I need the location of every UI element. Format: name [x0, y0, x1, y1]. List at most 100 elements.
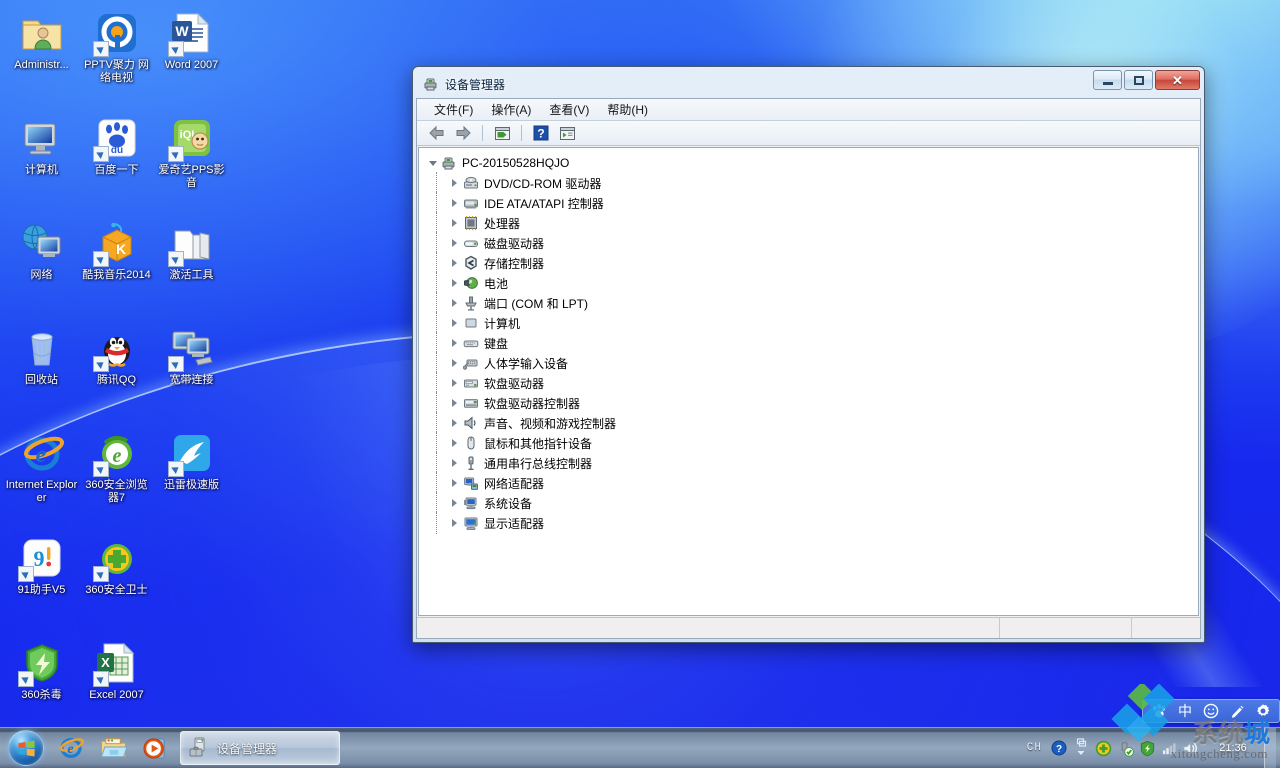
- tray-360-antivirus[interactable]: [1136, 728, 1158, 768]
- desktop-icon-3[interactable]: WWord 2007: [154, 4, 229, 109]
- expand-collapse-icon[interactable]: [449, 478, 460, 489]
- menu-file[interactable]: 文件(F): [425, 99, 482, 120]
- desktop-icon-20[interactable]: XExcel 2007: [79, 634, 154, 739]
- desktop-icon-17[interactable]: 360安全卫士: [79, 529, 154, 634]
- tree-node[interactable]: 显示适配器: [425, 513, 1198, 533]
- expand-collapse-icon[interactable]: [449, 298, 460, 309]
- desktop-icon-label: 网络: [5, 269, 78, 282]
- forward-button[interactable]: [451, 122, 475, 144]
- emoji-panel-icon[interactable]: [1199, 701, 1223, 721]
- expand-collapse-icon[interactable]: [449, 518, 460, 529]
- tree-node[interactable]: 计算机: [425, 313, 1198, 333]
- expand-collapse-icon[interactable]: [449, 498, 460, 509]
- tree-node[interactable]: 鼠标和其他指针设备: [425, 433, 1198, 453]
- desktop-icon-7[interactable]: 网络: [4, 214, 79, 319]
- start-button[interactable]: [2, 729, 50, 767]
- tray-show-hidden-icons[interactable]: [1070, 728, 1092, 768]
- tree-node[interactable]: 网络适配器: [425, 473, 1198, 493]
- taskbar-button-label: 设备管理器: [217, 740, 277, 757]
- desktop-icon-15[interactable]: 迅雷极速版: [154, 424, 229, 529]
- expand-collapse-icon[interactable]: [449, 358, 460, 369]
- ime-settings-icon[interactable]: [1251, 701, 1275, 721]
- tray-360-safe[interactable]: [1092, 728, 1114, 768]
- minimize-button[interactable]: [1093, 70, 1122, 90]
- tray-volume[interactable]: [1180, 728, 1202, 768]
- tree-node[interactable]: 磁盘驱动器: [425, 233, 1198, 253]
- expand-collapse-icon[interactable]: [427, 158, 438, 169]
- desktop-icon-2[interactable]: PPTV聚力 网络电视: [79, 4, 154, 109]
- desktop-icon-6[interactable]: iQI爱奇艺PPS影音: [154, 109, 229, 214]
- expand-collapse-icon[interactable]: [449, 338, 460, 349]
- clock[interactable]: 21:36: [1202, 728, 1264, 768]
- menu-action[interactable]: 操作(A): [482, 99, 540, 120]
- back-button[interactable]: [425, 122, 449, 144]
- shortcut-arrow-icon: [168, 146, 184, 162]
- maximize-button[interactable]: [1124, 70, 1153, 90]
- desktop-icon-11[interactable]: 腾讯QQ: [79, 319, 154, 424]
- expand-collapse-icon[interactable]: [449, 178, 460, 189]
- desktop-icon-label: Internet Explorer: [5, 479, 78, 505]
- desktop-icon-8[interactable]: K酷我音乐2014: [79, 214, 154, 319]
- taskbar-button-device-manager[interactable]: 设备管理器: [180, 731, 340, 765]
- 360-browser-icon: e: [94, 430, 140, 476]
- handwriting-input-icon[interactable]: [1225, 701, 1249, 721]
- tray-safely-remove-hardware[interactable]: [1114, 728, 1136, 768]
- tree-node[interactable]: 存储控制器: [425, 253, 1198, 273]
- scan-hardware-button[interactable]: [555, 122, 579, 144]
- sogou-logo-icon[interactable]: [1147, 701, 1171, 721]
- chinese-mode-toggle[interactable]: 中: [1173, 701, 1197, 721]
- tree-node[interactable]: 端口 (COM 和 LPT): [425, 293, 1198, 313]
- tree-node[interactable]: 软盘驱动器控制器: [425, 393, 1198, 413]
- tree-node[interactable]: 人体学输入设备: [425, 353, 1198, 373]
- desktop-icon-4[interactable]: 计算机: [4, 109, 79, 214]
- expand-collapse-icon[interactable]: [449, 278, 460, 289]
- properties-button[interactable]: [490, 122, 514, 144]
- expand-collapse-icon[interactable]: [449, 258, 460, 269]
- desktop-icon-13[interactable]: eInternet Explorer: [4, 424, 79, 529]
- window-titlebar[interactable]: 设备管理器 ✕: [416, 70, 1201, 98]
- menu-help[interactable]: 帮助(H): [598, 99, 657, 120]
- desktop-icon-10[interactable]: 回收站: [4, 319, 79, 424]
- tree-node[interactable]: 通用串行总线控制器: [425, 453, 1198, 473]
- help-button[interactable]: ?: [529, 122, 553, 144]
- tree-node[interactable]: 声音、视频和游戏控制器: [425, 413, 1198, 433]
- desktop-icon-16[interactable]: 991助手V5: [4, 529, 79, 634]
- menu-view[interactable]: 查看(V): [540, 99, 598, 120]
- close-button[interactable]: ✕: [1155, 70, 1200, 90]
- tray-network[interactable]: [1158, 728, 1180, 768]
- show-desktop-button[interactable]: [1264, 728, 1276, 768]
- tree-node[interactable]: 电池: [425, 273, 1198, 293]
- tree-root-node[interactable]: PC-20150528HQJO: [425, 153, 1198, 173]
- device-tree[interactable]: PC-20150528HQJODVD/CD-ROM 驱动器IDE ATA/ATA…: [418, 147, 1199, 616]
- quick-launch-internet-explorer[interactable]: e: [50, 729, 92, 767]
- expand-collapse-icon[interactable]: [449, 198, 460, 209]
- tree-node[interactable]: DVD/CD-ROM 驱动器: [425, 173, 1198, 193]
- desktop-icon-19[interactable]: 360杀毒: [4, 634, 79, 739]
- tree-node[interactable]: IDE ATA/ATAPI 控制器: [425, 193, 1198, 213]
- tree-node[interactable]: 键盘: [425, 333, 1198, 353]
- tree-node[interactable]: 软盘驱动器: [425, 373, 1198, 393]
- expand-collapse-icon[interactable]: [449, 398, 460, 409]
- svg-text:?: ?: [1056, 744, 1062, 755]
- device-manager-window[interactable]: 设备管理器 ✕ 文件(F)操作(A)查看(V)帮助(H): [412, 66, 1205, 643]
- ime-toolbar[interactable]: 中: [1142, 699, 1280, 723]
- expand-collapse-icon[interactable]: [449, 318, 460, 329]
- tray-help-icon[interactable]: ?: [1048, 728, 1070, 768]
- tree-node[interactable]: 处理器: [425, 213, 1198, 233]
- tree-node[interactable]: 系统设备: [425, 493, 1198, 513]
- desktop-icon-12[interactable]: 宽带连接: [154, 319, 229, 424]
- expand-collapse-icon[interactable]: [449, 438, 460, 449]
- desktop-icon-9[interactable]: 激活工具: [154, 214, 229, 319]
- desktop-icon-1[interactable]: Administr...: [4, 4, 79, 109]
- expand-collapse-icon[interactable]: [449, 418, 460, 429]
- expand-collapse-icon[interactable]: [449, 218, 460, 229]
- quick-launch-media-player[interactable]: [134, 729, 176, 767]
- expand-collapse-icon[interactable]: [449, 378, 460, 389]
- desktop-icon-5[interactable]: du百度一下: [79, 109, 154, 214]
- expand-collapse-icon[interactable]: [449, 458, 460, 469]
- desktop-icon-14[interactable]: e360安全浏览器7: [79, 424, 154, 529]
- expand-collapse-icon[interactable]: [449, 238, 460, 249]
- keyboard-icon: [463, 335, 479, 351]
- quick-launch-windows-explorer[interactable]: [92, 729, 134, 767]
- tray-language-indicator[interactable]: CH: [1021, 742, 1048, 754]
